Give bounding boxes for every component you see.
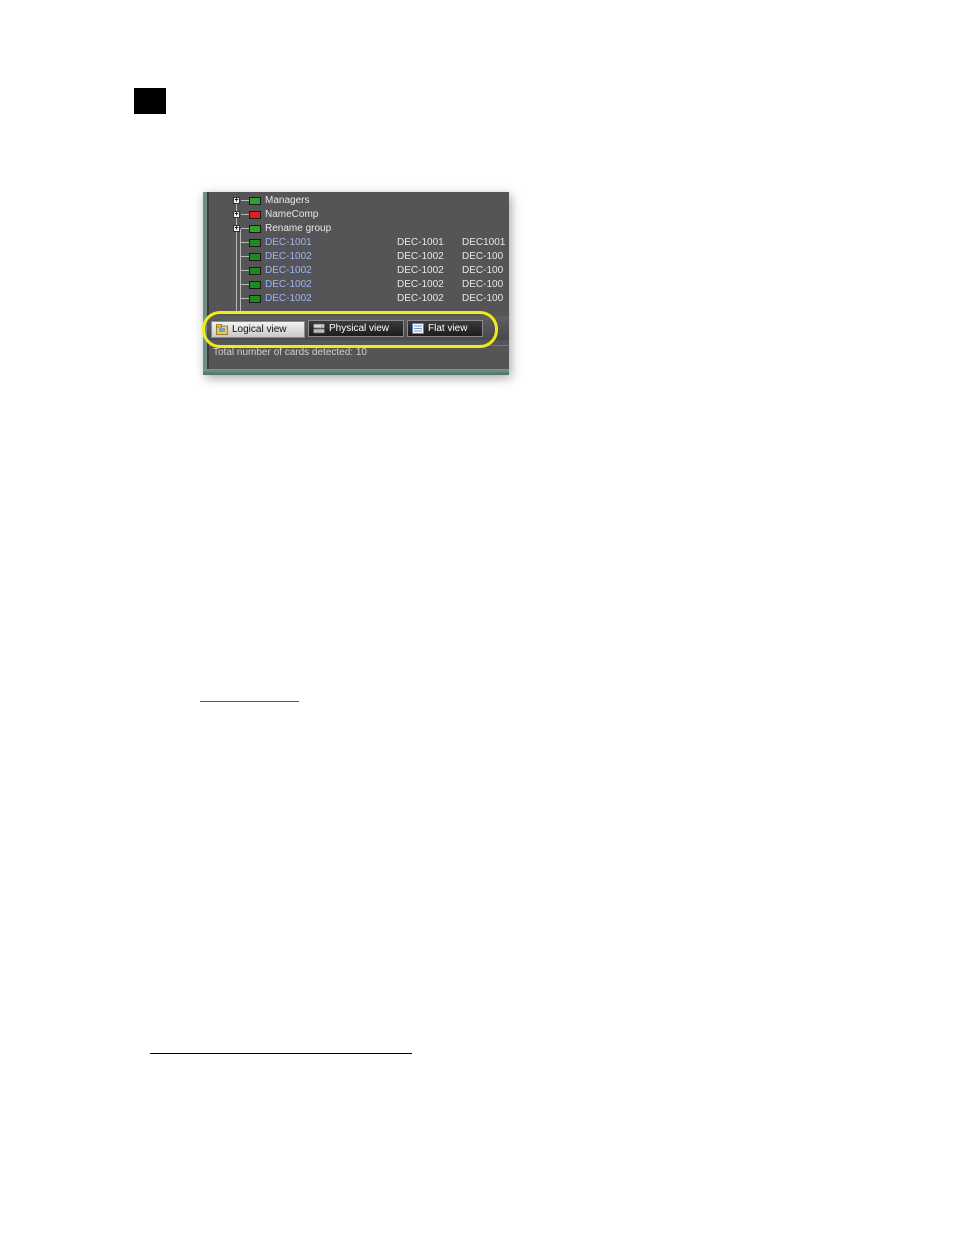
tab-flat-view[interactable]: Flat view bbox=[407, 320, 483, 337]
device-name-cell: DEC-1002 bbox=[397, 279, 444, 290]
status-led-icon bbox=[249, 295, 261, 303]
device-name-cell: DEC-1002 bbox=[397, 293, 444, 304]
footnote-divider bbox=[150, 1053, 412, 1054]
chapter-marker bbox=[134, 88, 166, 114]
device-id-cell: DEC-100 bbox=[462, 265, 504, 276]
status-led-icon bbox=[249, 211, 261, 219]
device-id-cell: DEC-100 bbox=[462, 251, 504, 262]
device-name-cell: DEC-1002 bbox=[397, 251, 444, 262]
device-id-cell: DEC1001 bbox=[462, 237, 506, 248]
device-tree: + Managers + NameComp + Rename group DEC… bbox=[203, 192, 509, 314]
card-count-text: Total number of cards detected: 10 bbox=[213, 347, 367, 358]
device-name-cell: DEC-1002 bbox=[397, 265, 444, 276]
status-led-icon bbox=[249, 253, 261, 261]
tree-node[interactable]: DEC-1002 DEC-1002 DEC-100 bbox=[203, 292, 509, 306]
tree-node[interactable]: + Rename group bbox=[203, 222, 509, 236]
tree-node-label[interactable]: NameComp bbox=[265, 208, 318, 222]
folder-icon bbox=[216, 324, 228, 335]
view-tabs-bar: Logical view Physical view Flat view bbox=[207, 316, 509, 340]
status-led-icon bbox=[249, 267, 261, 275]
expand-icon[interactable]: + bbox=[233, 211, 240, 218]
status-led-icon bbox=[249, 281, 261, 289]
tree-node-label[interactable]: DEC-1002 bbox=[265, 264, 312, 278]
status-led-icon bbox=[249, 239, 261, 247]
tree-node[interactable]: DEC-1002 DEC-1002 DEC-100 bbox=[203, 264, 509, 278]
tree-node-label[interactable]: DEC-1002 bbox=[265, 292, 312, 306]
list-icon bbox=[412, 323, 424, 334]
tree-node-label[interactable]: DEC-1001 bbox=[265, 236, 312, 250]
tree-node[interactable]: + NameComp bbox=[203, 208, 509, 222]
navigation-panel-screenshot: + Managers + NameComp + Rename group DEC… bbox=[203, 192, 509, 375]
panel-frame-bottom bbox=[203, 369, 509, 375]
tree-node[interactable]: DEC-1001 DEC-1001 DEC1001 bbox=[203, 236, 509, 250]
device-name-cell: DEC-1001 bbox=[397, 237, 444, 248]
tree-node[interactable]: DEC-1002 DEC-1002 DEC-100 bbox=[203, 278, 509, 292]
tab-label: Flat view bbox=[428, 323, 468, 334]
status-led-icon bbox=[249, 225, 261, 233]
tab-label: Logical view bbox=[232, 324, 287, 335]
status-led-icon bbox=[249, 197, 261, 205]
status-bar: Total number of cards detected: 10 bbox=[209, 345, 509, 360]
tab-logical-view[interactable]: Logical view bbox=[211, 321, 305, 338]
expand-icon[interactable]: + bbox=[233, 225, 240, 232]
tree-node[interactable]: + Managers bbox=[203, 194, 509, 208]
expand-icon[interactable]: + bbox=[233, 197, 240, 204]
tree-node[interactable]: DEC-1002 DEC-1002 DEC-100 bbox=[203, 250, 509, 264]
cross-reference-link-underline[interactable] bbox=[200, 701, 299, 702]
device-id-cell: DEC-100 bbox=[462, 293, 504, 304]
device-id-cell: DEC-100 bbox=[462, 279, 504, 290]
tab-physical-view[interactable]: Physical view bbox=[308, 320, 404, 337]
tree-node-label[interactable]: DEC-1002 bbox=[265, 278, 312, 292]
tree-node-label[interactable]: Rename group bbox=[265, 222, 331, 236]
tree-node-label[interactable]: DEC-1002 bbox=[265, 250, 312, 264]
tree-node-label[interactable]: Managers bbox=[265, 194, 309, 208]
drive-icon bbox=[313, 323, 325, 334]
tab-label: Physical view bbox=[329, 323, 390, 334]
